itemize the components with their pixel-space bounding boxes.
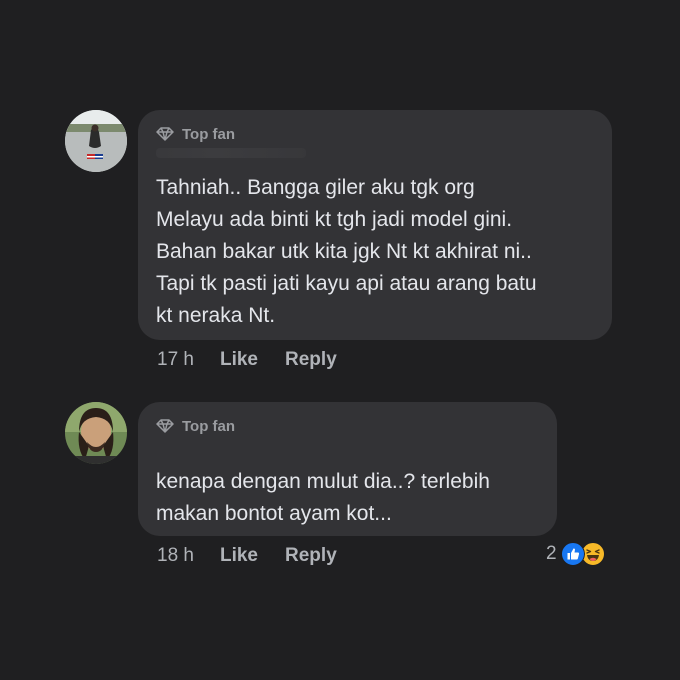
like-button[interactable]: Like	[220, 349, 258, 371]
avatar[interactable]	[65, 402, 127, 464]
reply-button[interactable]: Reply	[285, 545, 337, 567]
comment-bubble: Top fan Tahniah.. Bangga giler aku tgk o…	[138, 110, 612, 340]
top-fan-badge: Top fan	[156, 124, 594, 144]
reaction-summary[interactable]: 2	[546, 542, 605, 566]
reaction-count: 2	[546, 543, 557, 564]
comment-actions: 17 h Like Reply	[157, 349, 364, 371]
top-fan-badge: Top fan	[156, 416, 539, 436]
comment-actions: 18 h Like Reply	[157, 545, 364, 567]
diamond-icon	[156, 419, 174, 433]
reply-button[interactable]: Reply	[285, 349, 337, 371]
comment-text: Tahniah.. Bangga giler aku tgk org Melay…	[156, 176, 537, 327]
avatar[interactable]	[65, 110, 127, 172]
timestamp[interactable]: 18 h	[157, 545, 194, 567]
timestamp[interactable]: 17 h	[157, 349, 194, 371]
badge-label: Top fan	[182, 125, 236, 143]
author-name-blurred[interactable]	[156, 148, 306, 158]
like-reaction-icon	[560, 542, 585, 566]
like-button[interactable]: Like	[220, 545, 258, 567]
avatar-photo	[65, 110, 127, 172]
comment-bubble: Top fan kenapa dengan mulut dia..? terle…	[138, 402, 557, 536]
badge-label: Top fan	[182, 417, 236, 435]
diamond-icon	[156, 127, 174, 141]
avatar-photo	[65, 402, 127, 464]
comment-text: kenapa dengan mulut dia..? terlebih maka…	[156, 470, 490, 525]
